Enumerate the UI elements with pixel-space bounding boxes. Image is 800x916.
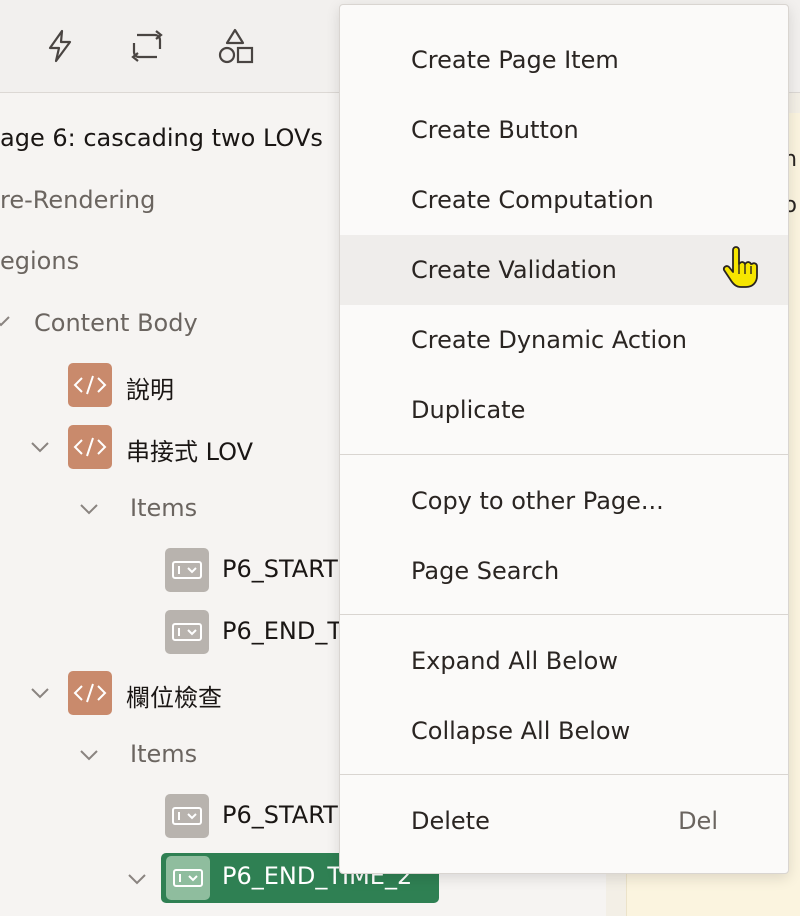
menu-item-create-button[interactable]: Create Button — [340, 95, 788, 165]
lightning-icon[interactable] — [40, 26, 80, 66]
menu-item-shortcut: Del — [678, 807, 718, 835]
tree-regions[interactable]: egions — [0, 247, 79, 275]
tree-page-title[interactable]: age 6: cascading two LOVs — [0, 124, 323, 152]
tree-item-start[interactable]: P6_START — [222, 555, 338, 583]
tree-items-group[interactable]: Items — [130, 740, 197, 768]
menu-item-label: Delete — [411, 807, 490, 835]
tree-region-cascading-lov[interactable]: 串接式 LOV — [126, 432, 253, 467]
chevron-down-icon[interactable] — [76, 742, 102, 768]
menu-separator — [340, 614, 788, 615]
menu-item-label: Create Page Item — [411, 46, 619, 74]
item-select-icon — [165, 548, 209, 592]
shapes-icon[interactable] — [215, 26, 255, 66]
hand-pointer-cursor-icon — [719, 246, 759, 290]
menu-item-label: Collapse All Below — [411, 717, 631, 745]
menu-item-copy-to-other-page[interactable]: Copy to other Page... — [340, 466, 788, 536]
menu-item-label: Copy to other Page... — [411, 487, 664, 515]
tree-item-start[interactable]: P6_START — [222, 801, 338, 829]
chevron-down-icon[interactable] — [124, 866, 150, 892]
tree-content-body[interactable]: Content Body — [34, 309, 198, 337]
shared-components-icon[interactable] — [127, 26, 167, 66]
menu-item-label: Expand All Below — [411, 647, 618, 675]
item-select-icon — [165, 794, 209, 838]
menu-item-page-search[interactable]: Page Search — [340, 536, 788, 606]
tree-pre-rendering[interactable]: re-Rendering — [0, 186, 155, 214]
tree-region-description[interactable]: 說明 — [126, 370, 174, 405]
menu-item-label: Create Validation — [411, 256, 617, 284]
menu-item-create-dynamic-action[interactable]: Create Dynamic Action — [340, 305, 788, 375]
item-select-icon — [166, 856, 210, 900]
menu-separator — [340, 454, 788, 455]
menu-item-label: Create Computation — [411, 186, 654, 214]
menu-item-label: Duplicate — [411, 396, 526, 424]
menu-item-label: Page Search — [411, 557, 560, 585]
menu-item-delete[interactable]: Delete Del — [340, 786, 788, 856]
region-icon — [68, 671, 112, 715]
region-icon — [68, 425, 112, 469]
menu-item-expand-all-below[interactable]: Expand All Below — [340, 626, 788, 696]
item-select-icon — [165, 610, 209, 654]
region-icon — [68, 363, 112, 407]
tree-item-end[interactable]: P6_END_T — [222, 617, 342, 645]
chevron-down-icon[interactable] — [27, 680, 53, 706]
menu-separator — [340, 774, 788, 775]
context-menu: Create Page Item Create Button Create Co… — [339, 4, 789, 874]
menu-item-duplicate[interactable]: Duplicate — [340, 375, 788, 445]
menu-item-label: Create Button — [411, 116, 579, 144]
menu-item-label: Create Dynamic Action — [411, 326, 688, 354]
chevron-down-icon[interactable] — [0, 308, 14, 334]
tree-region-field-check[interactable]: 欄位檢查 — [126, 678, 222, 713]
menu-item-create-page-item[interactable]: Create Page Item — [340, 25, 788, 95]
menu-item-create-computation[interactable]: Create Computation — [340, 165, 788, 235]
menu-item-collapse-all-below[interactable]: Collapse All Below — [340, 696, 788, 766]
tree-items-group[interactable]: Items — [130, 494, 197, 522]
chevron-down-icon[interactable] — [76, 496, 102, 522]
chevron-down-icon[interactable] — [27, 434, 53, 460]
